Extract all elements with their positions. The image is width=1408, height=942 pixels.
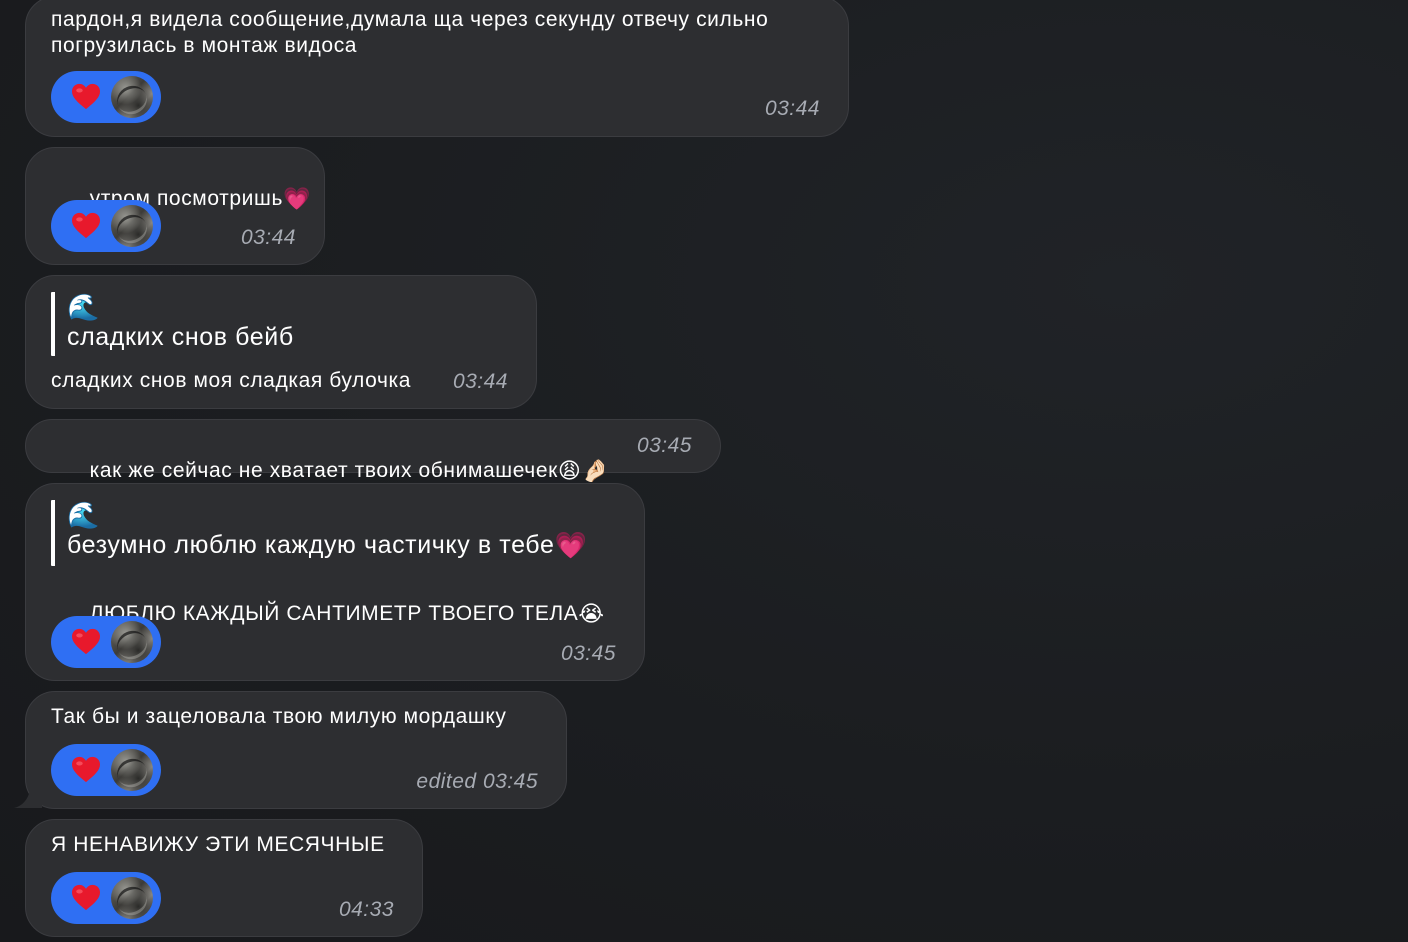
message-text-content: ЛЮБЛЮ КАЖДЫЙ САНТИМЕТР ТВОЕГО ТЕЛА (89, 602, 579, 625)
message-time: 03:44 (240, 226, 296, 249)
reaction-pill[interactable] (51, 200, 161, 252)
message-time: edited 03:45 (416, 770, 538, 793)
wave-emoji: 🌊 (67, 500, 100, 530)
reaction-pill[interactable] (51, 71, 161, 123)
message-bubble[interactable]: 🌊 безумно люблю каждую частичку в тебе💗 … (25, 483, 645, 681)
crying-face-emoji: 😭 (578, 601, 605, 626)
message-text: пардон,я видела сообщение,думала ща чере… (51, 8, 769, 57)
reaction-pill[interactable] (51, 872, 161, 924)
avatar[interactable] (111, 205, 153, 247)
heart-icon (72, 83, 100, 110)
avatar[interactable] (111, 621, 153, 663)
message-time: 03:44 (764, 97, 820, 120)
reaction-pill[interactable] (51, 744, 161, 796)
reply-quote[interactable]: 🌊 безумно люблю каждую частичку в тебе💗 (51, 500, 587, 566)
tired-face-emoji: 😩🤌🏻 (557, 458, 610, 483)
message-bubble[interactable]: пардон,я видела сообщение,думала ща чере… (25, 0, 849, 137)
message-time: 03:45 (560, 642, 616, 665)
quote-text-content: безумно люблю каждую частичку в тебе (67, 531, 555, 559)
heart-emoji: 💗 (282, 186, 311, 211)
message-time: 04:33 (338, 898, 394, 921)
heart-icon (72, 756, 100, 783)
message-bubble[interactable]: как же сейчас не хватает твоих обнимашеч… (25, 419, 721, 483)
message-text: Я НЕНАВИЖУ ЭТИ МЕСЯЧНЫЕ (51, 833, 385, 856)
avatar[interactable] (111, 749, 153, 791)
quote-text: безумно люблю каждую частичку в тебе💗 (67, 530, 587, 560)
heart-icon (72, 884, 100, 911)
message-bubble[interactable]: утром посмотришь💗 03:44 (25, 147, 325, 265)
message-text: сладких снов моя сладкая булочка (51, 369, 412, 392)
message-time: 03:44 (452, 370, 508, 393)
quote-text: сладких снов бейб (67, 323, 294, 351)
bubble-tail (14, 782, 42, 808)
heart-emoji: 💗 (554, 530, 588, 560)
avatar[interactable] (111, 76, 153, 118)
heart-icon (72, 212, 100, 239)
message-text-content: как же сейчас не хватает твоих обнимашеч… (89, 459, 558, 482)
reaction-pill[interactable] (51, 616, 161, 668)
message-bubble[interactable]: 🌊 сладких снов бейб сладких снов моя сла… (25, 275, 537, 409)
wave-emoji: 🌊 (67, 292, 100, 322)
message-text: Так бы и зацеловала твою милую мордашку (51, 705, 507, 728)
heart-icon (72, 628, 100, 655)
avatar[interactable] (111, 877, 153, 919)
message-time: 03:45 (636, 434, 692, 457)
message-bubble[interactable]: Я НЕНАВИЖУ ЭТИ МЕСЯЧНЫЕ 04:33 (25, 819, 423, 937)
reply-quote[interactable]: 🌊 сладких снов бейб (51, 292, 294, 356)
message-bubble[interactable]: Так бы и зацеловала твою милую мордашку … (25, 691, 567, 809)
chat-area: пардон,я видела сообщение,думала ща чере… (0, 0, 1408, 942)
